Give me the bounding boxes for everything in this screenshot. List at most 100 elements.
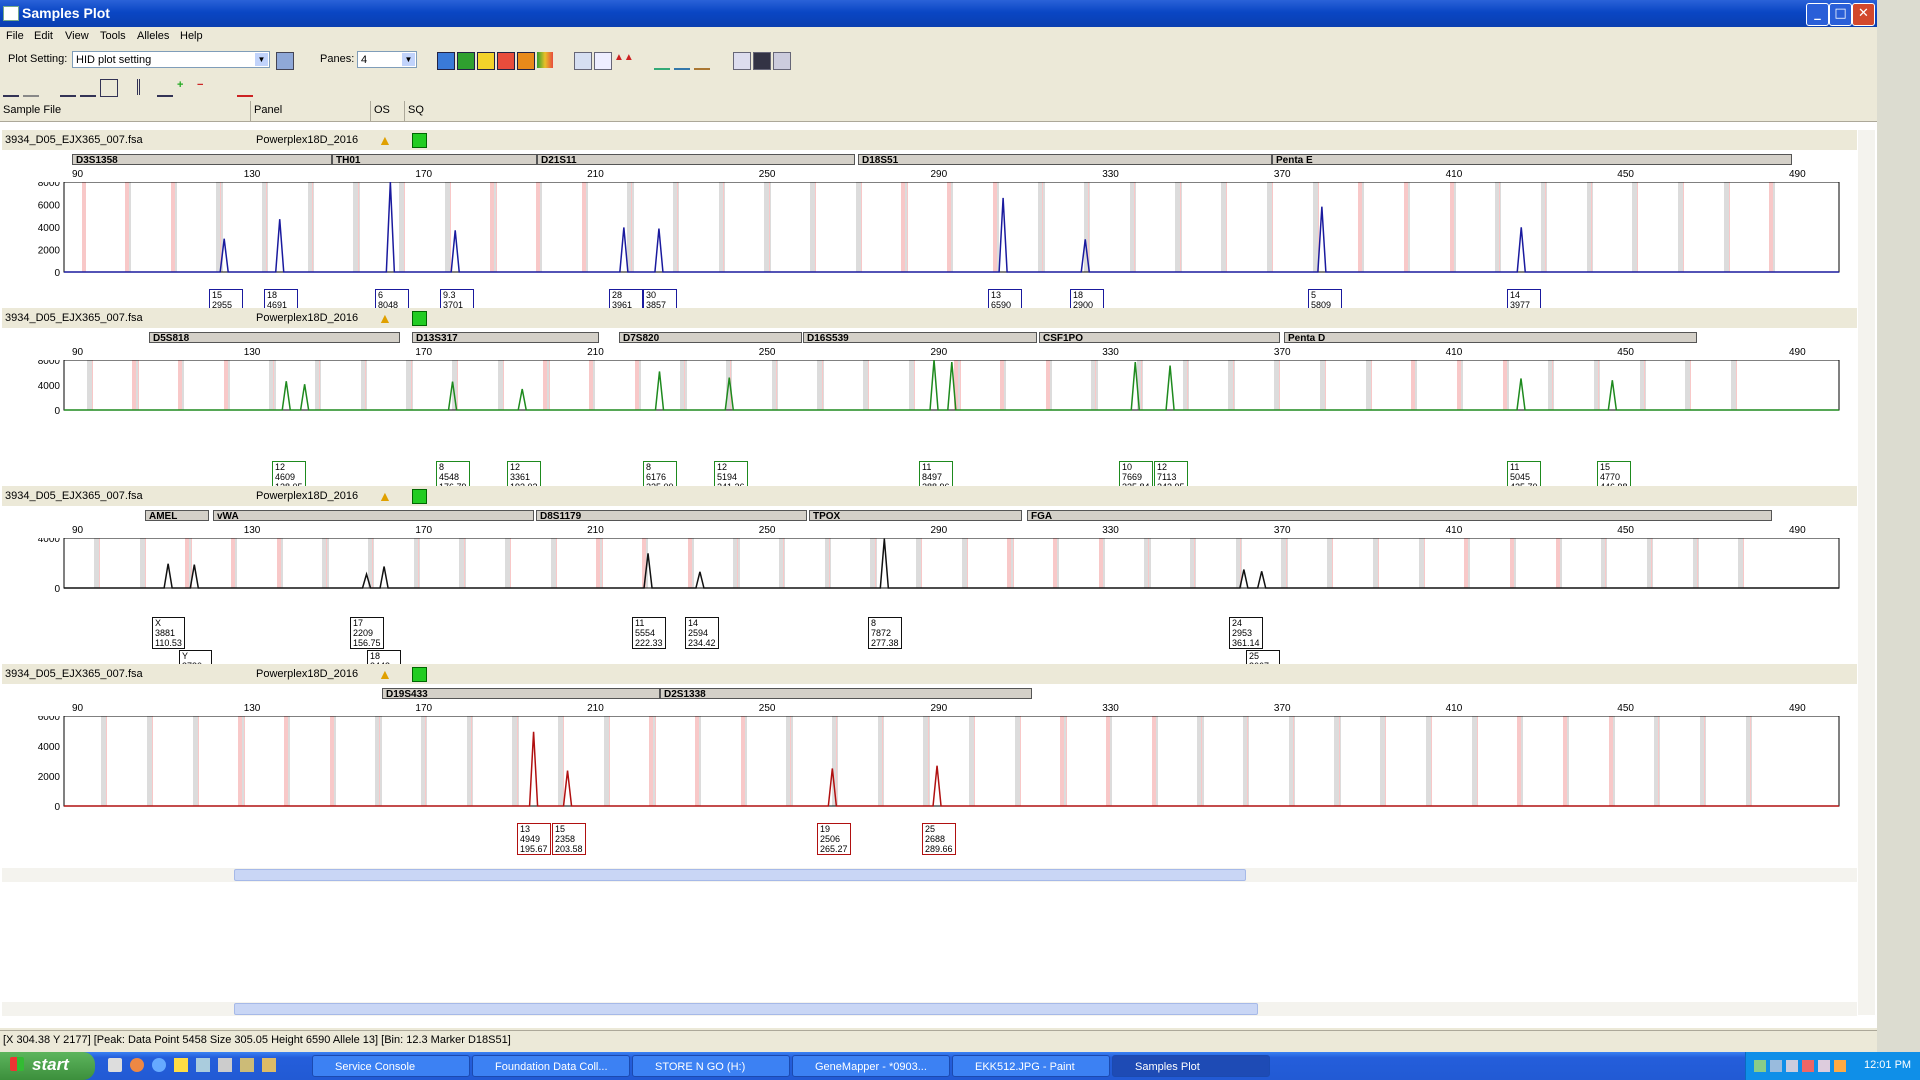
show-markers-icon[interactable] — [157, 79, 173, 97]
menu-file[interactable]: File — [6, 30, 24, 42]
quicklaunch-browser-icon[interactable] — [130, 1058, 144, 1072]
orange-dye-toggle[interactable] — [517, 52, 535, 70]
all-dyes-toggle[interactable] — [537, 52, 553, 68]
allele-label[interactable]: 13 4949 195.67 — [517, 823, 551, 855]
column-divider[interactable] — [250, 101, 251, 121]
start-button[interactable]: start — [0, 1052, 95, 1080]
col-panel[interactable]: Panel — [254, 104, 282, 116]
quicklaunch-folder-icon[interactable] — [174, 1058, 188, 1072]
allele-label[interactable]: X 3881 110.53 — [152, 617, 185, 649]
allele-label[interactable]: 11 5554 222.33 — [632, 617, 666, 649]
allele-label[interactable]: 25 2688 289.66 — [922, 823, 956, 855]
overlay-dye-icon[interactable] — [674, 52, 690, 70]
marker-bar[interactable]: D8S1179 — [536, 510, 807, 522]
table-view-icon[interactable] — [733, 52, 751, 70]
quicklaunch-desktop-icon[interactable] — [108, 1058, 122, 1072]
tray-icon[interactable] — [1834, 1060, 1846, 1072]
horizontal-scrollbar[interactable] — [2, 1002, 1857, 1016]
marker-bar[interactable]: D5S818 — [149, 332, 400, 344]
blue-dye-toggle[interactable] — [437, 52, 455, 70]
zoom-full-icon[interactable] — [3, 79, 19, 97]
quicklaunch-app-icon[interactable] — [196, 1058, 210, 1072]
scroll-thumb[interactable] — [234, 1003, 1258, 1015]
marker-bar[interactable]: D19S433 — [382, 688, 660, 700]
marker-bar[interactable]: D3S1358 — [72, 154, 332, 166]
task-paint[interactable]: EKK512.JPG - Paint — [952, 1055, 1110, 1077]
electropherogram[interactable]: 8000 4000 0 — [2, 360, 1857, 460]
vertical-scrollbar[interactable] — [1858, 130, 1875, 1015]
task-genemapper[interactable]: GeneMapper - *0903... — [792, 1055, 950, 1077]
close-button[interactable]: ✕ — [1852, 3, 1875, 26]
horizontal-scrollbar[interactable] — [2, 868, 1857, 882]
show-peaks-icon[interactable] — [574, 52, 592, 70]
allele-labels-icon[interactable]: ▲▲ — [614, 52, 634, 68]
tray-icon[interactable] — [1802, 1060, 1814, 1072]
quicklaunch-app-icon[interactable] — [262, 1058, 276, 1072]
menu-view[interactable]: View — [65, 30, 89, 42]
task-samples-plot[interactable]: Samples Plot — [1112, 1055, 1270, 1077]
col-sq[interactable]: SQ — [408, 104, 424, 116]
column-divider[interactable] — [404, 101, 405, 121]
maximize-button[interactable]: □ — [1829, 3, 1852, 26]
tray-icon[interactable] — [1770, 1060, 1782, 1072]
quicklaunch-ie-icon[interactable] — [152, 1058, 166, 1072]
electropherogram[interactable]: 6000 4000 2000 0 — [2, 716, 1857, 816]
allele-label[interactable]: 17 2209 156.75 — [350, 617, 384, 649]
marker-bar[interactable]: TPOX — [809, 510, 1022, 522]
sizing-table-icon[interactable] — [753, 52, 771, 70]
marker-bar[interactable]: CSF1PO — [1039, 332, 1280, 344]
col-os[interactable]: OS — [374, 104, 390, 116]
electropherogram[interactable]: 8000 6000 4000 2000 0 — [2, 182, 1857, 282]
menu-edit[interactable]: Edit — [34, 30, 53, 42]
quicklaunch-app-icon[interactable] — [218, 1058, 232, 1072]
marker-bar[interactable]: Penta E — [1272, 154, 1792, 166]
panes-select[interactable]: 4 ▼ — [357, 51, 417, 68]
marker-bar[interactable]: TH01 — [332, 154, 537, 166]
marker-bar[interactable]: D18S51 — [858, 154, 1272, 166]
plot-pane[interactable]: 3934_D05_EJX365_007.fsa Powerplex18D_2016… — [2, 664, 1857, 882]
column-divider[interactable] — [370, 101, 371, 121]
marker-bar[interactable]: D7S820 — [619, 332, 802, 344]
tray-icon[interactable] — [1818, 1060, 1830, 1072]
peak-label-icon[interactable] — [237, 79, 253, 97]
allele-label[interactable]: 14 2594 234.42 — [685, 617, 719, 649]
marker-bar[interactable]: D21S11 — [537, 154, 855, 166]
separate-dyes-icon[interactable] — [694, 52, 710, 70]
marker-bar[interactable]: Penta D — [1284, 332, 1697, 344]
allele-label[interactable]: 8 7872 277.38 — [868, 617, 902, 649]
marker-view-icon[interactable] — [100, 79, 118, 97]
red-dye-toggle[interactable] — [497, 52, 515, 70]
marker-bar[interactable]: FGA — [1027, 510, 1772, 522]
tray-icon[interactable] — [1754, 1060, 1766, 1072]
bin-view-icon[interactable] — [80, 79, 96, 97]
show-bins-icon[interactable] — [137, 79, 156, 95]
marker-bar[interactable]: D16S539 — [803, 332, 1037, 344]
zoom-reset-icon[interactable] — [23, 79, 39, 97]
task-store-n-go[interactable]: STORE N GO (H:) — [632, 1055, 790, 1077]
marker-bar[interactable]: vWA — [213, 510, 534, 522]
marker-bar[interactable]: D13S317 — [412, 332, 599, 344]
allele-label[interactable]: 24 2953 361.14 — [1229, 617, 1263, 649]
plot-setting-editor-icon[interactable] — [276, 52, 294, 70]
electropherogram[interactable]: 4000 0 — [2, 538, 1857, 638]
marker-bar[interactable]: D2S1338 — [660, 688, 1032, 700]
add-allele-icon[interactable]: + — [177, 79, 193, 95]
minimize-button[interactable]: _ — [1806, 3, 1829, 26]
green-dye-toggle[interactable] — [457, 52, 475, 70]
allele-label[interactable]: 15 2358 203.58 — [552, 823, 586, 855]
menu-tools[interactable]: Tools — [100, 30, 126, 42]
menu-alleles[interactable]: Alleles — [137, 30, 169, 42]
marker-bar[interactable]: AMEL — [145, 510, 209, 522]
peak-view-icon[interactable] — [60, 79, 76, 97]
allele-label[interactable]: 19 2506 265.27 — [817, 823, 851, 855]
yellow-dye-toggle[interactable] — [477, 52, 495, 70]
plot-setting-select[interactable]: HID plot setting ▼ — [72, 51, 270, 68]
menu-help[interactable]: Help — [180, 30, 203, 42]
tray-icon[interactable] — [1786, 1060, 1798, 1072]
task-service-console[interactable]: Service Console — [312, 1055, 470, 1077]
show-sizing-icon[interactable] — [594, 52, 612, 70]
delete-allele-icon[interactable]: − — [197, 79, 213, 95]
quicklaunch-app-icon[interactable] — [240, 1058, 254, 1072]
overlay-all-icon[interactable] — [654, 52, 670, 70]
col-sample-file[interactable]: Sample File — [3, 104, 61, 116]
